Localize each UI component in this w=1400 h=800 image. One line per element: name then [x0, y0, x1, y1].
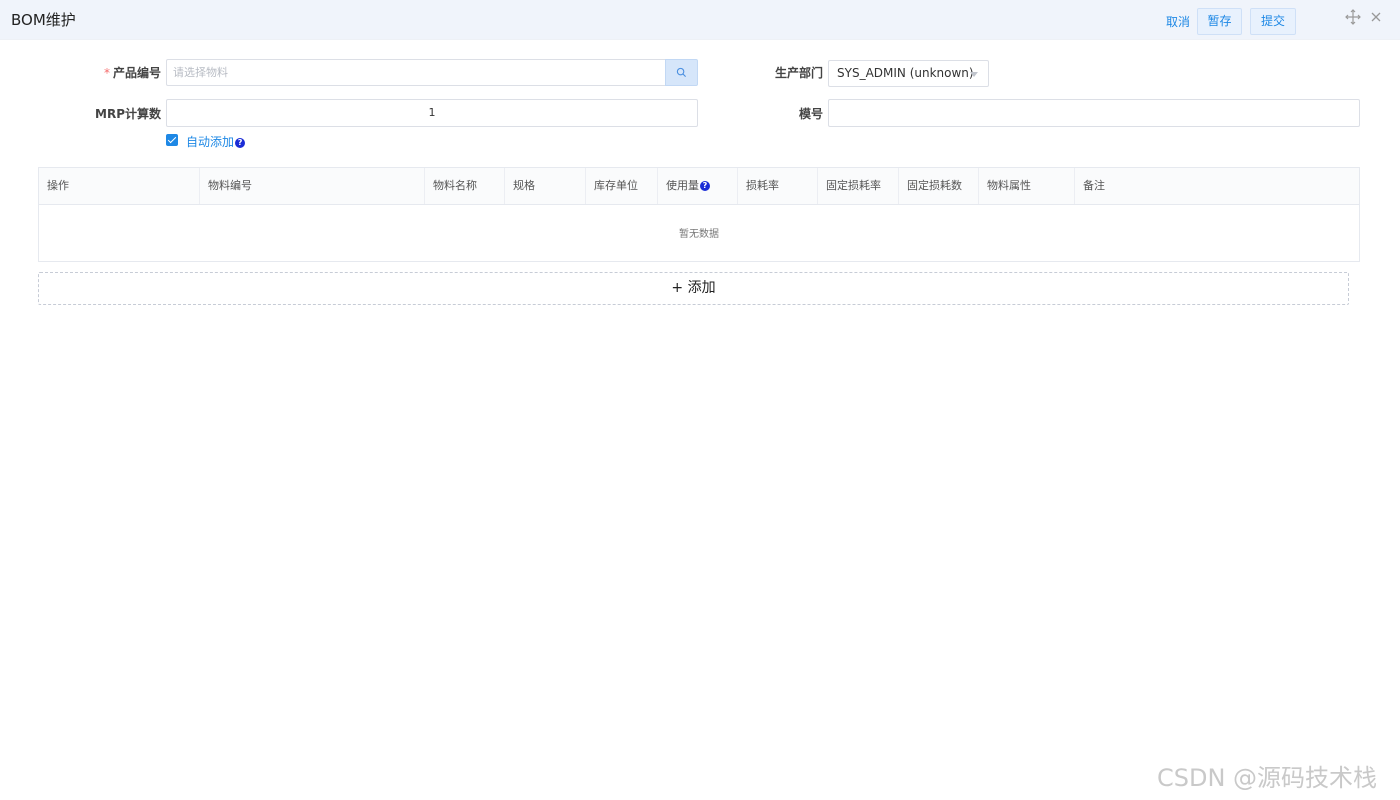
product-code-placeholder: 请选择物料	[173, 66, 228, 79]
dialog-title: BOM维护	[11, 11, 76, 29]
search-icon	[676, 67, 687, 78]
search-button[interactable]	[665, 59, 698, 86]
bom-table: 操作 物料编号 物料名称 规格 库存单位 使用量? 损耗率 固定损耗率 固定损耗…	[38, 167, 1360, 262]
column-header: 规格	[505, 168, 586, 204]
column-header: 操作	[39, 168, 200, 204]
dialog-header: BOM维护 取消 暂存 提交	[0, 0, 1400, 40]
column-header-usage: 使用量?	[658, 168, 738, 204]
watermark: CSDN @源码技术栈	[1157, 764, 1378, 792]
column-header: 物料属性	[979, 168, 1075, 204]
auto-add-checkbox[interactable]	[166, 134, 178, 146]
model-no-input[interactable]	[828, 99, 1360, 127]
model-no-label: 模号	[798, 107, 823, 121]
department-select[interactable]: SYS_ADMIN (unknown)	[828, 60, 989, 87]
auto-add-label[interactable]: 自动添加?	[186, 133, 246, 150]
move-icon[interactable]	[1345, 9, 1361, 25]
column-header: 物料编号	[200, 168, 425, 204]
submit-button[interactable]: 提交	[1250, 8, 1296, 35]
empty-text: 暂无数据	[679, 229, 719, 240]
table-header: 操作 物料编号 物料名称 规格 库存单位 使用量? 损耗率 固定损耗率 固定损耗…	[39, 168, 1359, 205]
product-code-input[interactable]: 请选择物料	[166, 59, 666, 86]
help-icon[interactable]: ?	[235, 138, 246, 148]
product-code-label: * 产品编号	[103, 66, 161, 80]
column-header: 备注	[1083, 179, 1105, 192]
add-row-button[interactable]: + 添加	[38, 272, 1349, 305]
department-label: 生产部门	[774, 66, 823, 80]
column-header: 物料名称	[425, 168, 505, 204]
column-header: 损耗率	[738, 168, 818, 204]
required-mark: *	[103, 66, 110, 80]
close-icon[interactable]	[1368, 9, 1384, 25]
department-value: SYS_ADMIN (unknown)	[837, 66, 974, 80]
column-header: 库存单位	[586, 168, 658, 204]
column-header: 固定损耗数	[899, 168, 979, 204]
mrp-count-input[interactable]: 1	[166, 99, 698, 127]
save-draft-button[interactable]: 暂存	[1197, 8, 1242, 35]
chevron-down-icon	[970, 72, 978, 77]
mrp-count-label: MRP计算数	[95, 107, 161, 121]
help-icon[interactable]: ?	[700, 181, 710, 191]
cancel-button[interactable]: 取消	[1164, 13, 1192, 30]
column-header: 固定损耗率	[818, 168, 899, 204]
